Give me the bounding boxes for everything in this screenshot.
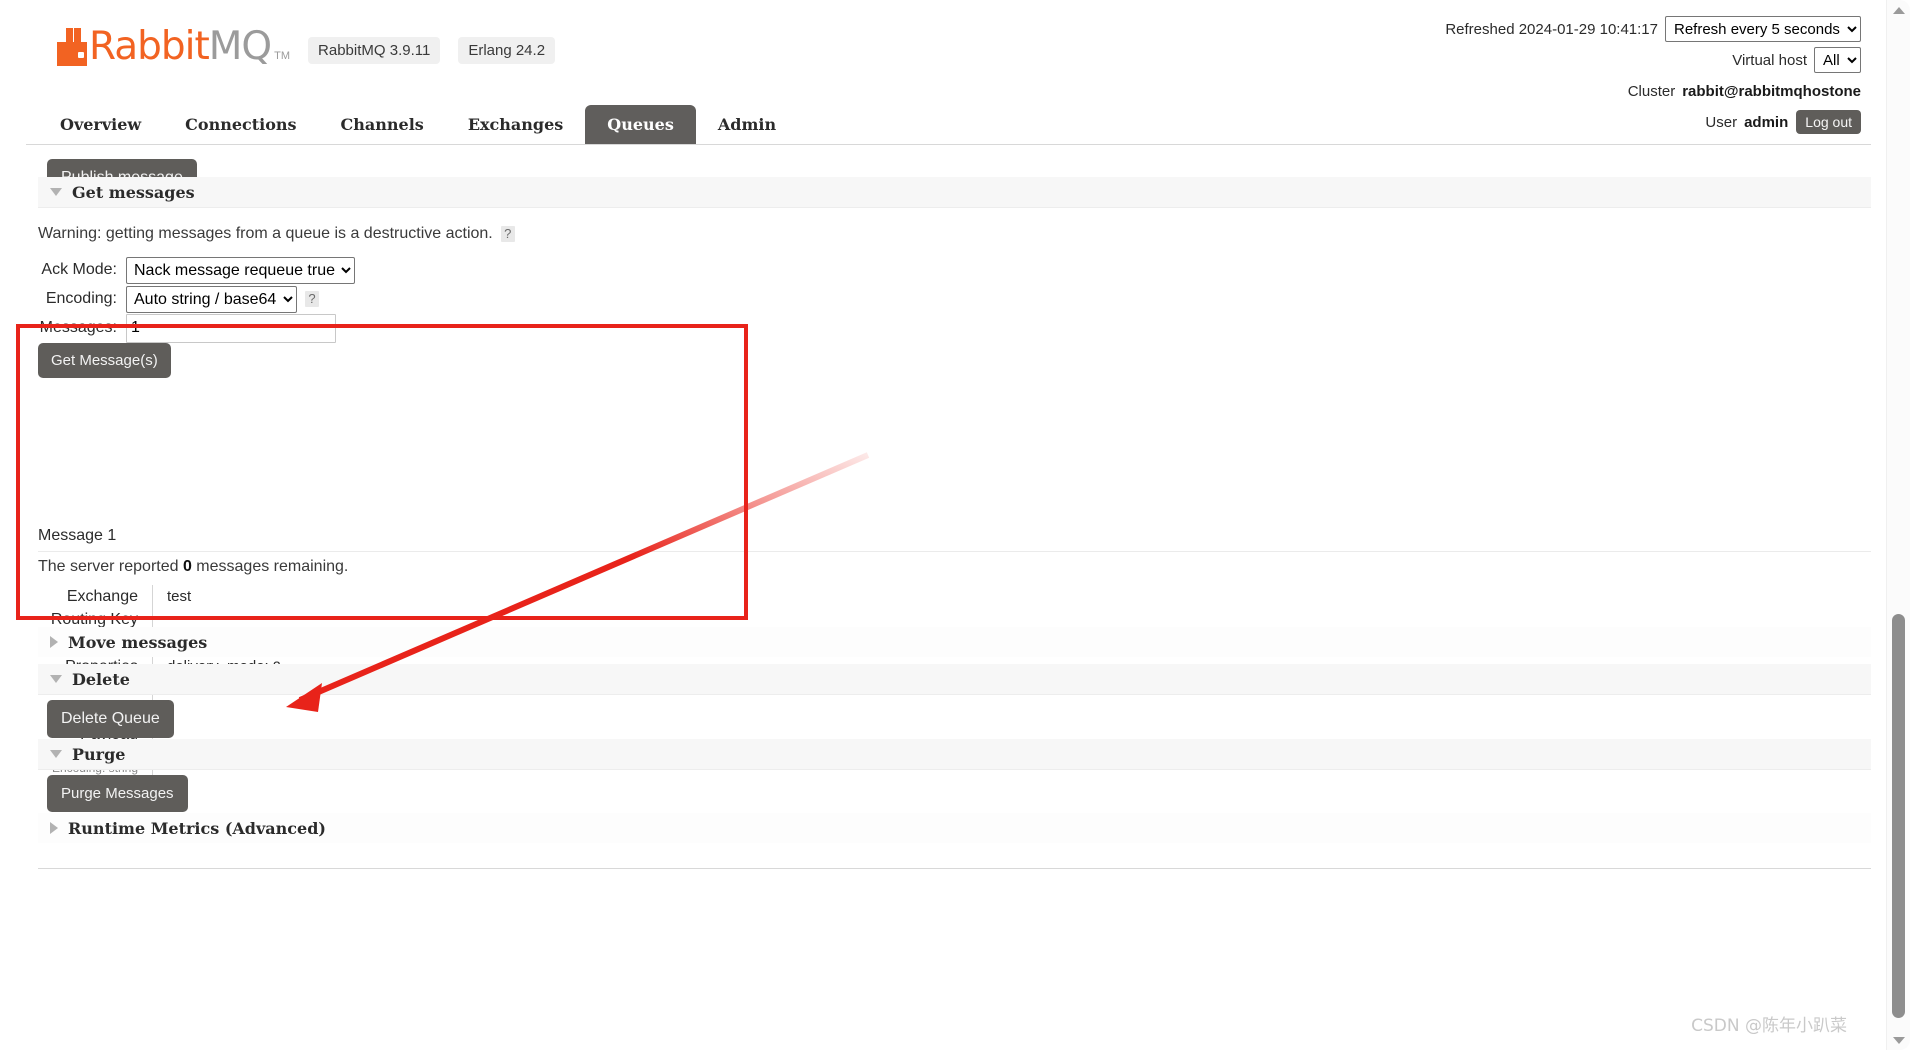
rabbitmq-version-badge: RabbitMQ 3.9.11 [308,37,441,64]
exchange-value: test [152,585,707,608]
scrollbar-thumb[interactable] [1892,614,1905,1018]
logo-trademark: TM [274,50,291,62]
purge-messages-button[interactable]: Purge Messages [47,775,188,812]
ack-mode-select[interactable]: Nack message requeue true [126,256,355,284]
refresh-interval-select[interactable]: Refresh every 5 seconds [1665,16,1861,42]
get-messages-section-header[interactable]: Get messages [38,177,1871,208]
destructive-warning: Warning: getting messages from a queue i… [38,225,515,243]
scrollbar-up-button[interactable] [1887,0,1910,20]
vhost-label: Virtual host [1732,51,1807,69]
encoding-help-icon[interactable]: ? [305,291,319,307]
page-header: Rabbit MQ TM RabbitMQ 3.9.11 Erlang 24.2… [0,0,1887,145]
message-heading: Message 1 [38,527,117,544]
logo-text-mq: MQ [208,24,272,69]
page-content: Rabbit MQ TM RabbitMQ 3.9.11 Erlang 24.2… [0,0,1887,1050]
message-divider [38,551,1871,552]
runtime-metrics-title: Runtime Metrics (Advanced) [68,818,326,838]
warning-help-icon[interactable]: ? [500,226,515,242]
collapse-triangle-right-icon [50,636,58,648]
collapse-triangle-down-icon [50,188,62,196]
rabbitmq-logo[interactable]: Rabbit MQ TM RabbitMQ 3.9.11 Erlang 24.2 [57,24,556,69]
encoding-row: Encoding: Auto string / base64 ? [38,284,319,314]
annotation-arrow [286,452,870,712]
move-messages-section-header[interactable]: Move messages [38,627,1871,657]
vhost-select[interactable]: All [1814,47,1861,73]
tab-channels[interactable]: Channels [319,105,446,145]
user-label: User [1705,113,1738,131]
move-messages-title: Move messages [68,632,208,652]
vertical-scrollbar[interactable] [1886,0,1910,1050]
ack-mode-row: Ack Mode: Nack message requeue true [38,255,355,285]
refreshed-timestamp: Refreshed 2024-01-29 10:41:17 [1445,20,1658,38]
chevron-up-icon [1892,6,1905,14]
user-row: User admin Log out [1445,109,1861,135]
get-messages-button[interactable]: Get Message(s) [38,343,171,378]
messages-count-input[interactable] [126,313,336,343]
server-report-line: The server reported 0 messages remaining… [38,558,348,576]
messages-count-row: Messages: [38,313,336,343]
exchange-label: Exchange [66,588,138,605]
purge-title: Purge [72,744,126,764]
refresh-row: Refreshed 2024-01-29 10:41:17 Refresh ev… [1445,16,1861,42]
encoding-select[interactable]: Auto string / base64 [126,285,297,313]
scrollbar-down-button[interactable] [1887,1030,1910,1050]
logout-button[interactable]: Log out [1796,110,1861,134]
erlang-version-badge: Erlang 24.2 [458,37,556,64]
server-report-suffix: messages remaining. [191,558,349,575]
csdn-watermark: CSDN @陈年小趴菜 [1691,1016,1847,1036]
cluster-label: Cluster [1627,82,1676,100]
encoding-label: Encoding: [45,290,117,307]
header-right-panel: Refreshed 2024-01-29 10:41:17 Refresh ev… [1445,16,1861,140]
tab-queues[interactable]: Queues [585,105,696,145]
collapse-triangle-down-icon [50,750,62,758]
warning-text: Warning: getting messages from a queue i… [38,225,493,242]
tab-underline-divider [26,144,1871,145]
purge-section-header[interactable]: Purge [38,739,1871,770]
tab-connections[interactable]: Connections [163,105,318,145]
cluster-row: Cluster rabbit@rabbitmqhostone [1445,78,1861,104]
user-name: admin [1744,113,1789,131]
chevron-down-icon [1892,1036,1905,1044]
ack-mode-label: Ack Mode: [41,261,117,278]
tab-admin[interactable]: Admin [696,105,798,145]
server-report-prefix: The server reported [38,558,183,575]
cluster-name: rabbit@rabbitmqhostone [1682,82,1861,100]
logo-text-rabbit: Rabbit [89,24,210,69]
table-row-exchange: Exchange test [38,585,707,608]
collapse-triangle-right-icon [50,822,58,834]
messages-count-label: Messages: [39,319,117,336]
tab-overview[interactable]: Overview [38,105,163,145]
delete-title: Delete [72,669,130,689]
get-messages-title: Get messages [72,182,195,202]
main-navigation-tabs: Overview Connections Channels Exchanges … [38,105,798,145]
server-report-count: 0 [182,558,192,575]
rabbit-logo-icon [57,28,87,66]
delete-section-header[interactable]: Delete [38,664,1871,695]
footer-divider [38,868,1871,869]
tab-exchanges[interactable]: Exchanges [446,105,585,145]
delete-queue-button[interactable]: Delete Queue [47,700,174,738]
vhost-row: Virtual host All [1445,47,1861,73]
browser-window: Rabbit MQ TM RabbitMQ 3.9.11 Erlang 24.2… [0,0,1910,1050]
collapse-triangle-down-icon [50,675,62,683]
runtime-metrics-section-header[interactable]: Runtime Metrics (Advanced) [38,813,1871,843]
